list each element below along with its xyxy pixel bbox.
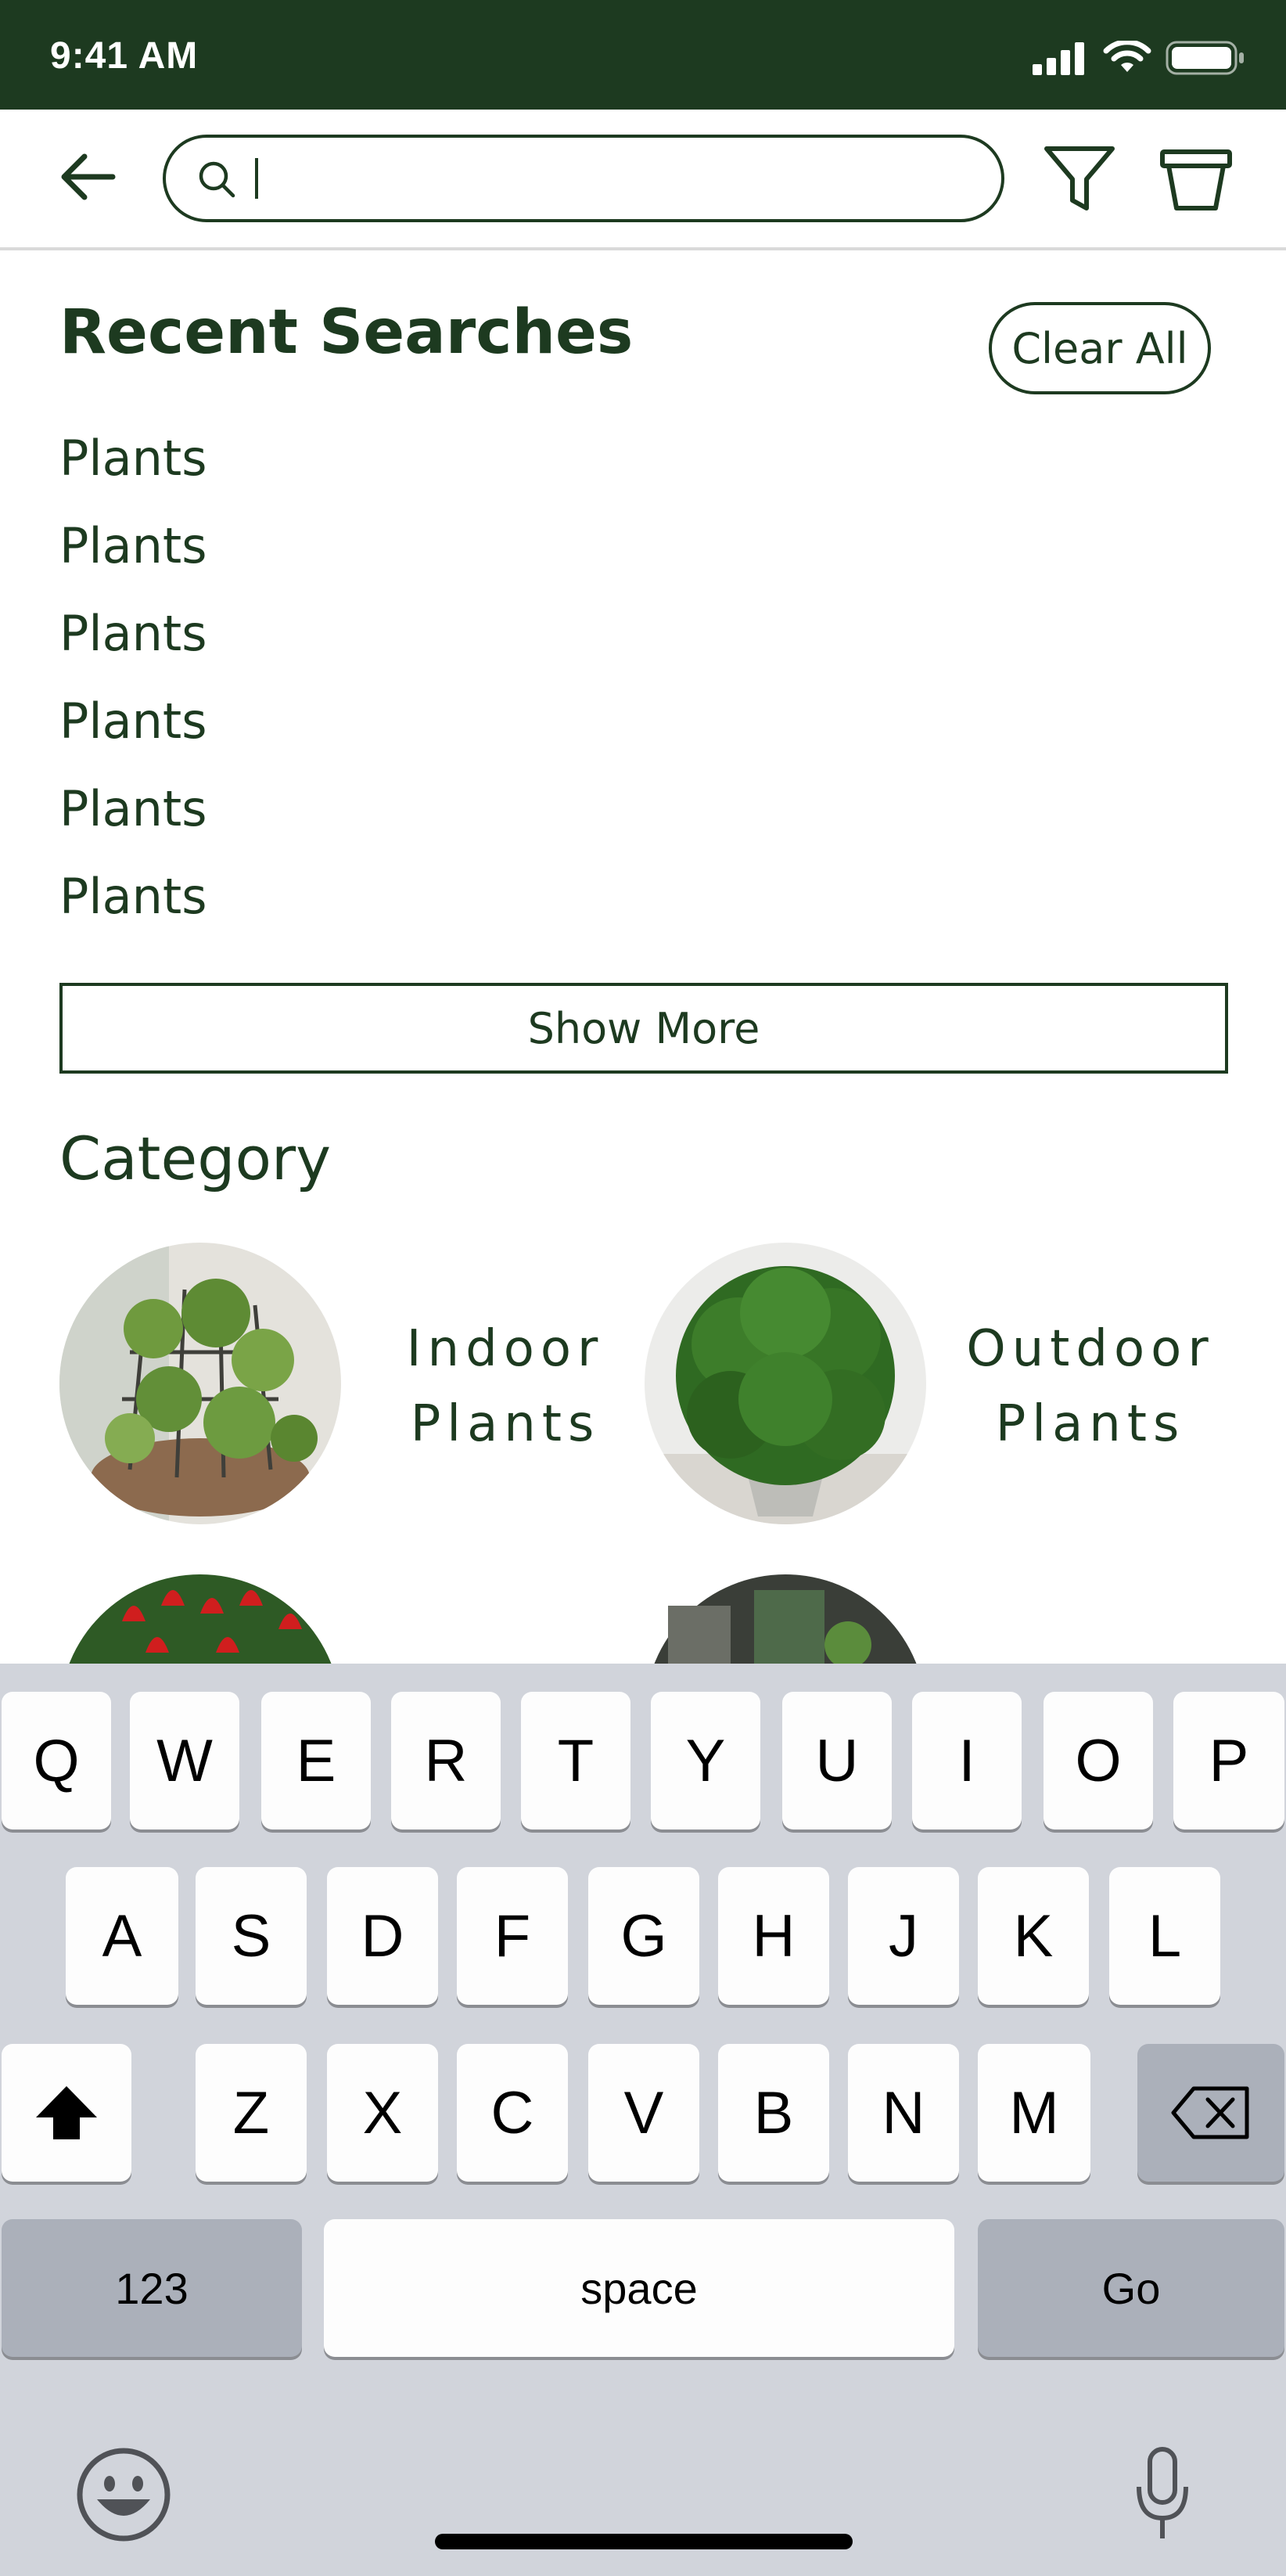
category-image-partial [59, 1574, 341, 1664]
category-outdoor-plants[interactable]: Outdoor Plants [645, 1243, 1223, 1524]
category-image-partial [645, 1574, 926, 1664]
shift-icon [36, 2086, 97, 2139]
key-k[interactable]: K [978, 1867, 1089, 2005]
key-y[interactable]: Y [651, 1692, 760, 1829]
emoji-button[interactable] [75, 2446, 172, 2543]
back-button[interactable] [56, 146, 119, 208]
search-input[interactable] [249, 153, 972, 205]
key-h[interactable]: H [718, 1867, 829, 2005]
key-f[interactable]: F [457, 1867, 568, 2005]
key-v[interactable]: V [588, 2044, 699, 2182]
key-s[interactable]: S [196, 1867, 307, 2005]
recent-search-item[interactable]: Plants [59, 773, 207, 861]
dictation-button[interactable] [1134, 2446, 1191, 2543]
key-q[interactable]: Q [2, 1692, 111, 1829]
show-more-button[interactable]: Show More [59, 983, 1228, 1074]
category-label-line1: Indoor [406, 1320, 605, 1378]
recent-search-item[interactable]: Plants [59, 598, 207, 685]
wifi-icon [1103, 41, 1151, 72]
key-c[interactable]: C [457, 2044, 568, 2182]
go-key[interactable]: Go [978, 2219, 1284, 2357]
key-p[interactable]: P [1173, 1692, 1284, 1829]
key-i[interactable]: I [912, 1692, 1022, 1829]
clear-all-button[interactable]: Clear All [989, 302, 1211, 394]
key-u[interactable]: U [782, 1692, 892, 1829]
delete-key[interactable] [1137, 2044, 1284, 2182]
category-label: Indoor Plants [365, 1311, 646, 1462]
key-w[interactable]: W [130, 1692, 239, 1829]
recent-search-item[interactable]: Plants [59, 861, 207, 948]
search-icon [199, 161, 235, 198]
status-time: 9:41 AM [50, 35, 199, 77]
key-d[interactable]: D [327, 1867, 438, 2005]
key-r[interactable]: R [391, 1692, 501, 1829]
category-label-line2: Plants [995, 1395, 1186, 1453]
filter-button[interactable] [1042, 142, 1117, 218]
keyboard: Q W E R T Y U I O P A S D F G H J K L Z … [0, 1664, 1286, 2576]
outdoor-plants-image [645, 1243, 926, 1524]
shift-key[interactable] [2, 2044, 131, 2182]
key-a[interactable]: A [66, 1867, 178, 2005]
basket-button[interactable] [1159, 144, 1234, 219]
category-title: Category [59, 1124, 332, 1193]
recent-search-item[interactable]: Plants [59, 510, 207, 598]
search-header [0, 110, 1286, 250]
status-icons [1033, 41, 1245, 75]
category-label-line1: Outdoor [966, 1320, 1215, 1378]
arrow-left-icon [61, 153, 116, 200]
key-x[interactable]: X [327, 2044, 438, 2182]
key-g[interactable]: G [588, 1867, 699, 2005]
filter-icon [1044, 146, 1115, 210]
backspace-icon [1171, 2086, 1249, 2139]
recent-search-item[interactable]: Plants [59, 423, 207, 510]
indoor-plants-image [59, 1243, 341, 1524]
key-b[interactable]: B [718, 2044, 829, 2182]
battery-icon [1166, 41, 1244, 75]
home-indicator [435, 2534, 853, 2549]
status-bar: 9:41 AM [0, 0, 1286, 110]
key-n[interactable]: N [848, 2044, 959, 2182]
emoji-icon [77, 2448, 171, 2542]
search-box[interactable] [163, 135, 1004, 222]
recent-searches-title: Recent Searches [59, 297, 634, 368]
key-m[interactable]: M [978, 2044, 1090, 2182]
numbers-key[interactable]: 123 [2, 2219, 302, 2357]
basket-icon [1160, 149, 1232, 210]
key-o[interactable]: O [1044, 1692, 1153, 1829]
category-label: Outdoor Plants [950, 1311, 1231, 1462]
recent-search-item[interactable]: Plants [59, 685, 207, 773]
text-cursor [255, 158, 258, 199]
space-key[interactable]: space [324, 2219, 954, 2357]
key-l[interactable]: L [1109, 1867, 1220, 2005]
key-t[interactable]: T [521, 1692, 630, 1829]
signal-icon [1033, 42, 1084, 75]
key-z[interactable]: Z [196, 2044, 307, 2182]
recent-search-list: Plants Plants Plants Plants Plants Plant… [59, 423, 207, 948]
microphone-icon [1137, 2447, 1188, 2538]
category-label-line2: Plants [410, 1395, 601, 1453]
category-indoor-plants[interactable]: Indoor Plants [59, 1243, 638, 1524]
key-j[interactable]: J [848, 1867, 959, 2005]
key-e[interactable]: E [261, 1692, 371, 1829]
